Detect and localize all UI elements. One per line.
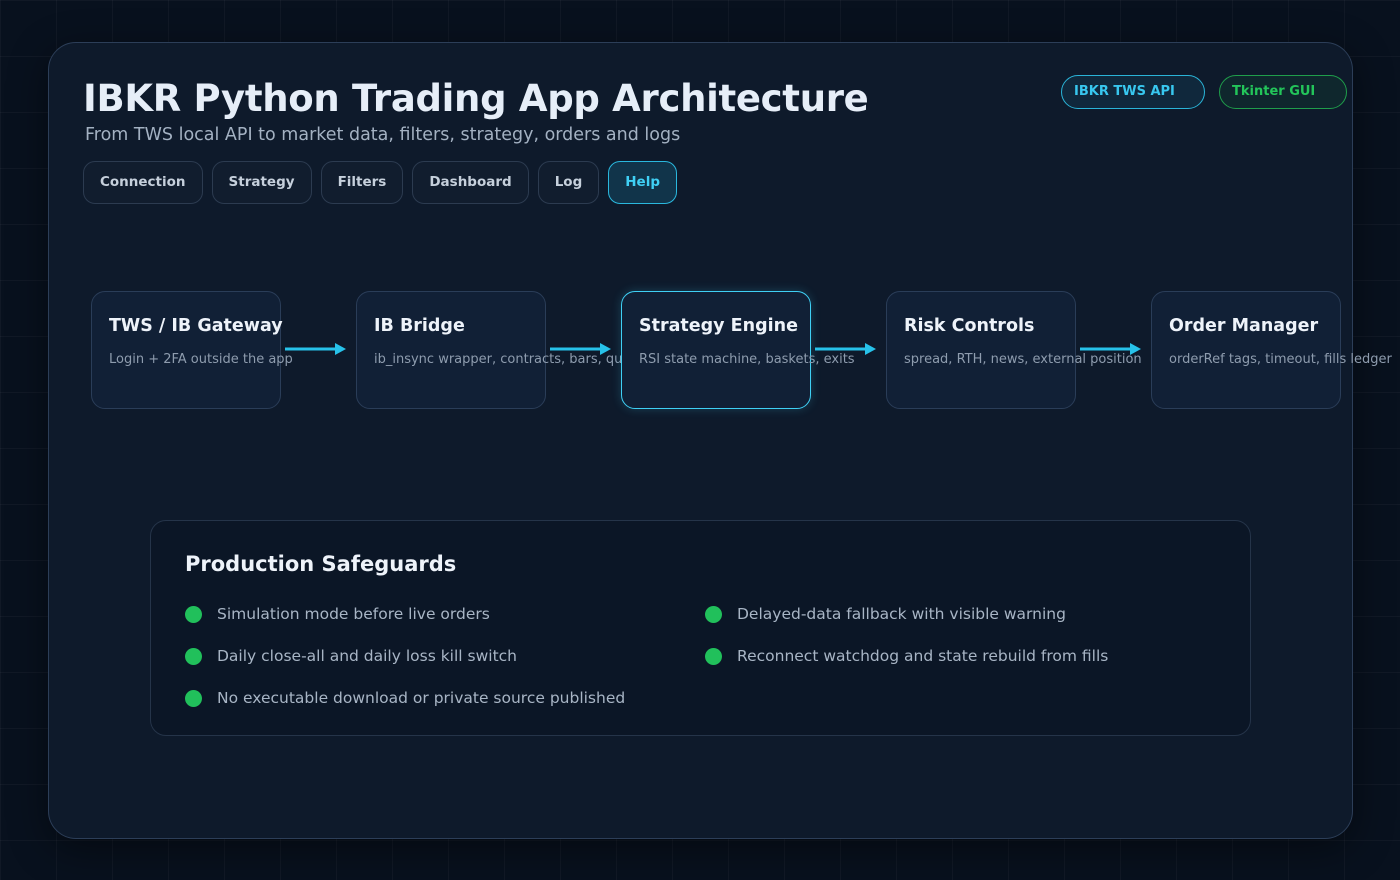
page-title: IBKR Python Trading App Architecture bbox=[83, 77, 869, 120]
badge-tkinter-gui: Tkinter GUI bbox=[1219, 75, 1347, 109]
node-tws-ib-gateway: TWS / IB Gateway Login + 2FA outside the… bbox=[91, 291, 293, 409]
architecture-panel: IBKR Python Trading App Architecture Fro… bbox=[48, 42, 1392, 839]
safeguard-text: Daily close-all and daily loss kill swit… bbox=[217, 647, 518, 665]
tab-filters[interactable]: Filters bbox=[320, 161, 404, 204]
status-dot-icon bbox=[185, 605, 202, 623]
node-title: TWS / IB Gateway bbox=[109, 316, 283, 336]
safeguard-item: Daily close-all and daily loss kill swit… bbox=[185, 645, 517, 667]
node-title: Order Manager bbox=[1169, 316, 1319, 336]
node-title: IB Bridge bbox=[374, 316, 465, 336]
status-dot-icon bbox=[185, 647, 202, 665]
safeguard-text: Reconnect watchdog and state rebuild fro… bbox=[737, 647, 1109, 665]
safeguard-item: No executable download or private source… bbox=[185, 687, 625, 709]
flow-arrow-icon bbox=[1080, 343, 1141, 355]
safeguard-text: No executable download or private source… bbox=[217, 689, 626, 707]
safeguard-item: Reconnect watchdog and state rebuild fro… bbox=[705, 645, 1108, 667]
flow-arrow-icon bbox=[550, 343, 611, 355]
node-title: Strategy Engine bbox=[639, 316, 798, 336]
safeguards-title: Production Safeguards bbox=[185, 552, 457, 576]
safeguard-text: Delayed-data fallback with visible warni… bbox=[737, 605, 1066, 623]
production-safeguards-card: Production Safeguards Simulation mode be… bbox=[150, 520, 1251, 736]
node-description: Login + 2FA outside the app bbox=[109, 352, 293, 367]
node-order-manager: Order Manager orderRef tags, timeout, fi… bbox=[1151, 291, 1392, 409]
safeguard-item: Simulation mode before live orders bbox=[185, 603, 490, 625]
badge-ibkr-tws-api: IBKR TWS API bbox=[1061, 75, 1205, 109]
page-subtitle: From TWS local API to market data, filte… bbox=[85, 125, 681, 145]
status-dot-icon bbox=[185, 689, 202, 707]
node-risk-controls: Risk Controls spread, RTH, news, externa… bbox=[886, 291, 1142, 409]
safeguard-item: Delayed-data fallback with visible warni… bbox=[705, 603, 1066, 625]
tab-strategy[interactable]: Strategy bbox=[211, 161, 312, 204]
flow-arrow-icon bbox=[815, 343, 876, 355]
tab-bar: Connection Strategy Filters Dashboard Lo… bbox=[83, 161, 677, 204]
node-title: Risk Controls bbox=[904, 316, 1035, 336]
tab-connection[interactable]: Connection bbox=[83, 161, 203, 204]
tab-log[interactable]: Log bbox=[537, 161, 600, 204]
status-dot-icon bbox=[705, 605, 722, 623]
flow-arrow-icon bbox=[285, 343, 346, 355]
node-ib-bridge: IB Bridge ib_insync wrapper, contracts, … bbox=[356, 291, 650, 409]
status-dot-icon bbox=[705, 647, 722, 665]
tab-dashboard[interactable]: Dashboard bbox=[412, 161, 529, 204]
node-description: orderRef tags, timeout, fills ledger bbox=[1169, 352, 1392, 367]
node-strategy-engine: Strategy Engine RSI state machine, baske… bbox=[621, 291, 855, 409]
tab-help[interactable]: Help bbox=[608, 161, 677, 204]
safeguard-text: Simulation mode before live orders bbox=[217, 605, 490, 623]
